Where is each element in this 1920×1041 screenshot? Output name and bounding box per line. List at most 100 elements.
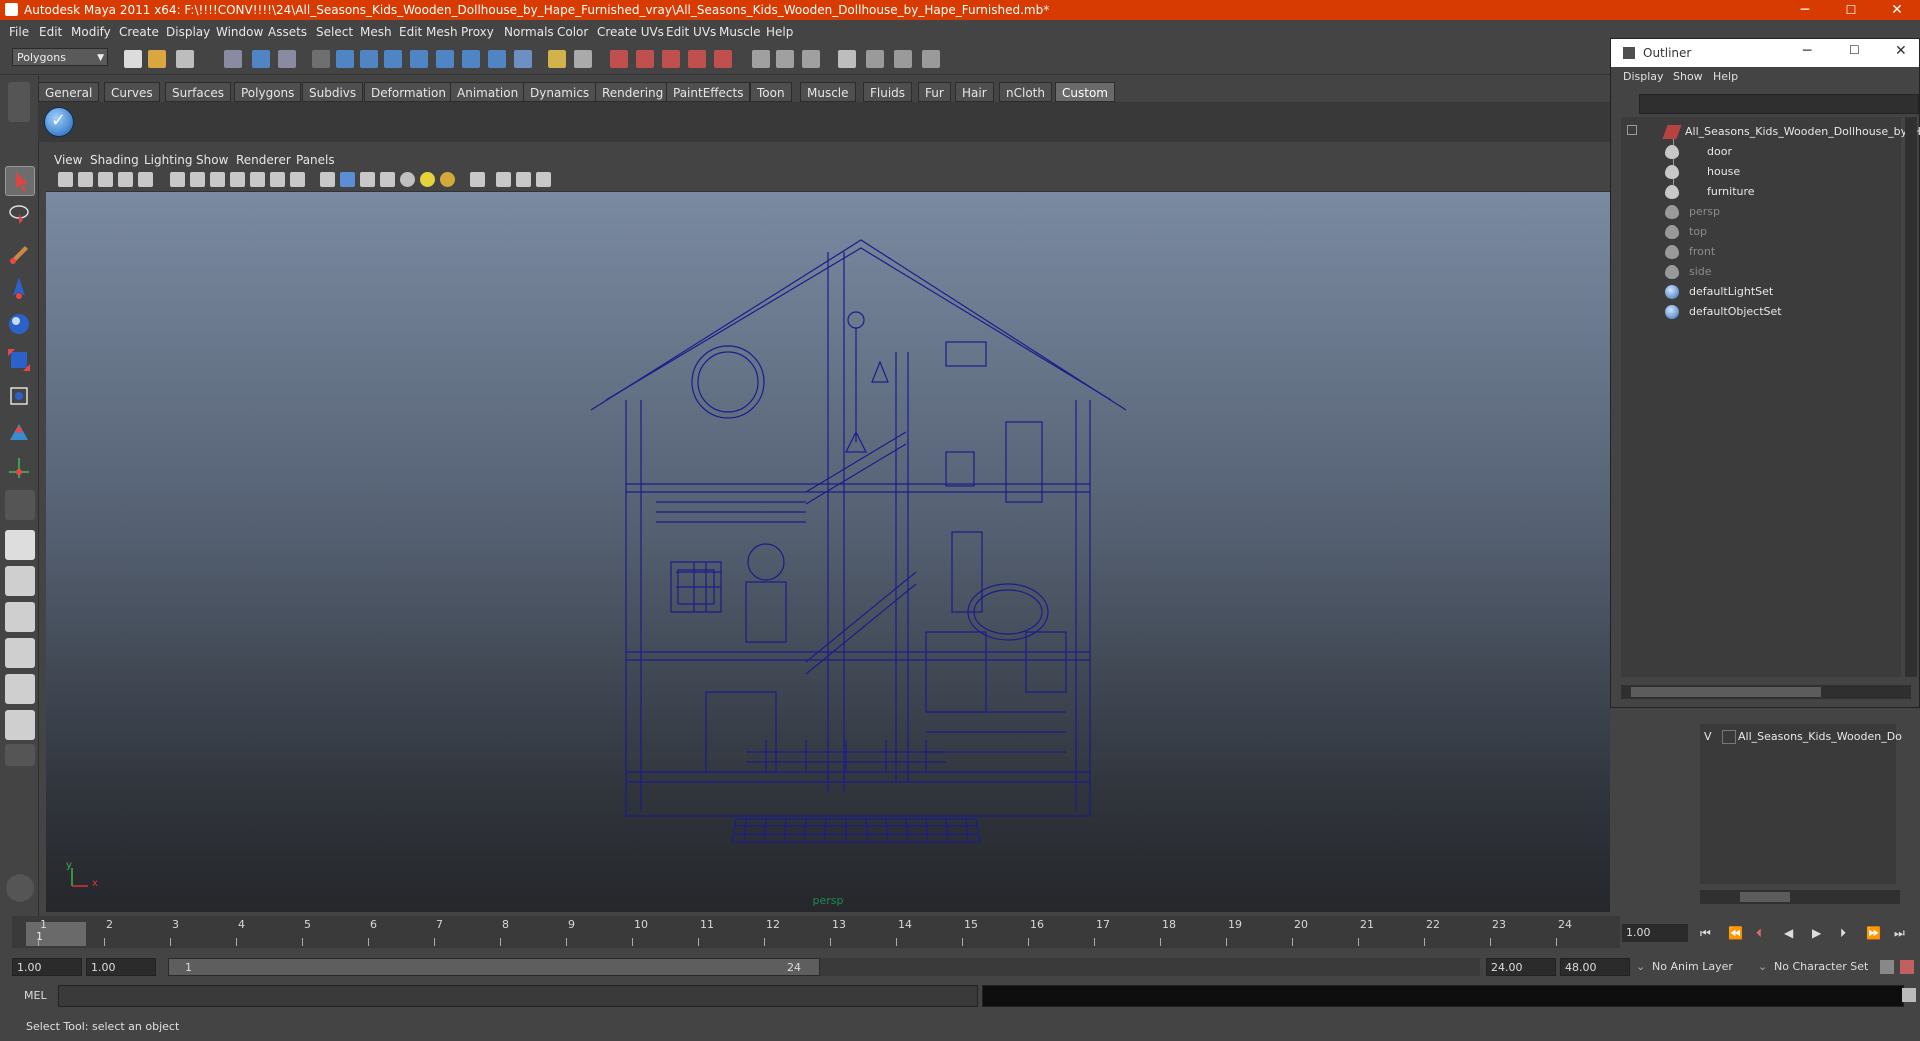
persp-hypershade-layout-icon[interactable] — [5, 674, 35, 704]
all-lights-icon[interactable] — [420, 172, 435, 187]
scrollbar-thumb[interactable] — [1740, 892, 1790, 902]
go-to-start-icon[interactable]: ⏮ — [1700, 926, 1711, 941]
menu-proxy[interactable]: Proxy — [461, 25, 494, 39]
outliner-filter-input[interactable] — [1639, 94, 1919, 114]
panel-menu-view[interactable]: View — [54, 153, 82, 167]
select-hierarchy-icon[interactable] — [224, 50, 242, 68]
ipr-render-icon[interactable] — [636, 50, 654, 68]
selection-highlight-icon[interactable] — [574, 50, 592, 68]
lock-icon[interactable] — [548, 50, 566, 68]
snap-plane-icon[interactable] — [410, 50, 428, 68]
outliner-menu-display[interactable]: Display — [1623, 70, 1664, 83]
outliner-item[interactable]: top — [1621, 223, 1901, 241]
playback-end-field[interactable]: 24.00 — [1486, 958, 1556, 976]
perspective-viewport[interactable]: y x persp — [46, 192, 1610, 912]
tab-general[interactable]: General — [38, 82, 100, 102]
single-perspective-layout-icon[interactable] — [5, 530, 35, 560]
wireframe-on-shaded-icon[interactable] — [360, 172, 375, 187]
menu-help[interactable]: Help — [766, 25, 793, 39]
animation-preferences-icon[interactable] — [1900, 960, 1914, 974]
two-d-pan-zoom-icon[interactable] — [138, 172, 153, 187]
tab-animation[interactable]: Animation — [450, 82, 526, 102]
bookmark-icon[interactable] — [98, 172, 113, 187]
go-to-end-icon[interactable]: ⏭ — [1894, 926, 1905, 941]
help-icon[interactable] — [514, 50, 532, 68]
step-forward-frame-icon[interactable]: ⏩ — [1866, 926, 1881, 940]
persp-outliner-layout-icon[interactable] — [5, 602, 35, 632]
soft-modification-icon[interactable] — [5, 418, 35, 448]
layer-horizontal-scrollbar[interactable] — [1700, 890, 1900, 904]
character-set-dropdown[interactable]: ⌄ No Character Set — [1758, 958, 1888, 976]
tab-painteffects[interactable]: PaintEffects — [666, 82, 751, 102]
render-region-icon[interactable] — [662, 50, 680, 68]
animation-start-field[interactable]: 1.00 — [12, 958, 82, 976]
outliner-item[interactable]: side — [1621, 263, 1901, 281]
outliner-item[interactable]: front — [1621, 243, 1901, 261]
menu-select[interactable]: Select — [316, 25, 353, 39]
checkmark-icon[interactable]: ✓ — [44, 107, 74, 137]
mask-dropdown-icon[interactable] — [312, 50, 330, 68]
select-component-icon[interactable] — [278, 50, 296, 68]
panel-menu-show[interactable]: Show — [196, 153, 228, 167]
tab-fluids[interactable]: Fluids — [863, 82, 913, 102]
select-camera-icon[interactable] — [58, 172, 73, 187]
tab-custom[interactable]: Custom — [1055, 82, 1115, 102]
camera-attributes-icon[interactable] — [78, 172, 93, 187]
universal-manipulator-icon[interactable] — [5, 382, 35, 412]
persp-graph-hypershade-layout-icon[interactable] — [5, 710, 35, 740]
tab-toon[interactable]: Toon — [750, 82, 792, 102]
menu-mesh[interactable]: Mesh — [360, 25, 392, 39]
menu-assets[interactable]: Assets — [268, 25, 307, 39]
outliner-item[interactable]: defaultLightSet — [1621, 283, 1901, 301]
snap-live-icon[interactable] — [436, 50, 454, 68]
hud-icon[interactable] — [536, 172, 551, 187]
step-back-frame-icon[interactable]: ⏪ — [1728, 926, 1743, 940]
snap-curve-icon[interactable] — [360, 50, 378, 68]
show-manipulator-icon[interactable] — [5, 454, 35, 484]
command-input[interactable] — [58, 985, 978, 1007]
script-language-label[interactable]: MEL — [24, 989, 47, 1002]
select-tool-icon[interactable] — [5, 166, 35, 196]
range-slider-track[interactable] — [820, 958, 1480, 976]
menu-file[interactable]: File — [9, 25, 29, 39]
tool-settings-icon[interactable] — [838, 50, 856, 68]
rotate-tool-icon[interactable] — [5, 310, 35, 340]
minimize-button[interactable]: ─ — [1790, 1, 1820, 19]
gate-mask-icon[interactable] — [230, 172, 245, 187]
tab-hair[interactable]: Hair — [955, 82, 994, 102]
menu-display[interactable]: Display — [166, 25, 210, 39]
render-current-icon[interactable] — [610, 50, 628, 68]
scale-tool-icon[interactable] — [5, 346, 35, 376]
menu-muscle[interactable]: Muscle — [719, 25, 761, 39]
shadows-icon[interactable] — [440, 172, 455, 187]
wireframe-shading-icon[interactable] — [320, 172, 335, 187]
anim-layer-dropdown[interactable]: ⌄ No Anim Layer — [1636, 958, 1756, 976]
display-layer-row[interactable]: V All_Seasons_Kids_Wooden_Do — [1700, 728, 1902, 746]
resolution-gate-icon[interactable] — [210, 172, 225, 187]
tab-deformation[interactable]: Deformation — [364, 82, 453, 102]
current-time-field[interactable]: 1.00 — [1622, 924, 1688, 942]
menu-edit[interactable]: Edit — [39, 25, 62, 39]
save-scene-icon[interactable] — [176, 50, 194, 68]
play-backwards-icon[interactable]: ◀ — [1784, 926, 1793, 940]
tab-fur[interactable]: Fur — [918, 82, 951, 102]
last-tool-used-icon[interactable] — [5, 490, 35, 520]
paint-select-tool-icon[interactable] — [5, 238, 35, 268]
menu-normals[interactable]: Normals — [504, 25, 554, 39]
channel-box-icon[interactable] — [776, 50, 794, 68]
menu-set-dropdown[interactable]: Polygons ▼ — [12, 48, 108, 66]
render-settings-icon[interactable] — [488, 50, 506, 68]
outliner-item[interactable]: persp — [1621, 203, 1901, 221]
four-view-layout-icon[interactable] — [5, 566, 35, 596]
playback-start-field[interactable]: 1.00 — [86, 958, 156, 976]
current-frame-marker[interactable] — [26, 922, 86, 946]
tab-muscle[interactable]: Muscle — [800, 82, 856, 102]
menu-modify[interactable]: Modify — [71, 25, 111, 39]
new-scene-icon[interactable] — [124, 50, 142, 68]
move-tool-icon[interactable] — [5, 274, 35, 304]
channels-layers-icon[interactable] — [894, 50, 912, 68]
menu-window[interactable]: Window — [216, 25, 263, 39]
textured-icon[interactable] — [380, 172, 395, 187]
panel-menu-shading[interactable]: Shading — [90, 153, 139, 167]
scrollbar-thumb[interactable] — [1631, 687, 1821, 697]
